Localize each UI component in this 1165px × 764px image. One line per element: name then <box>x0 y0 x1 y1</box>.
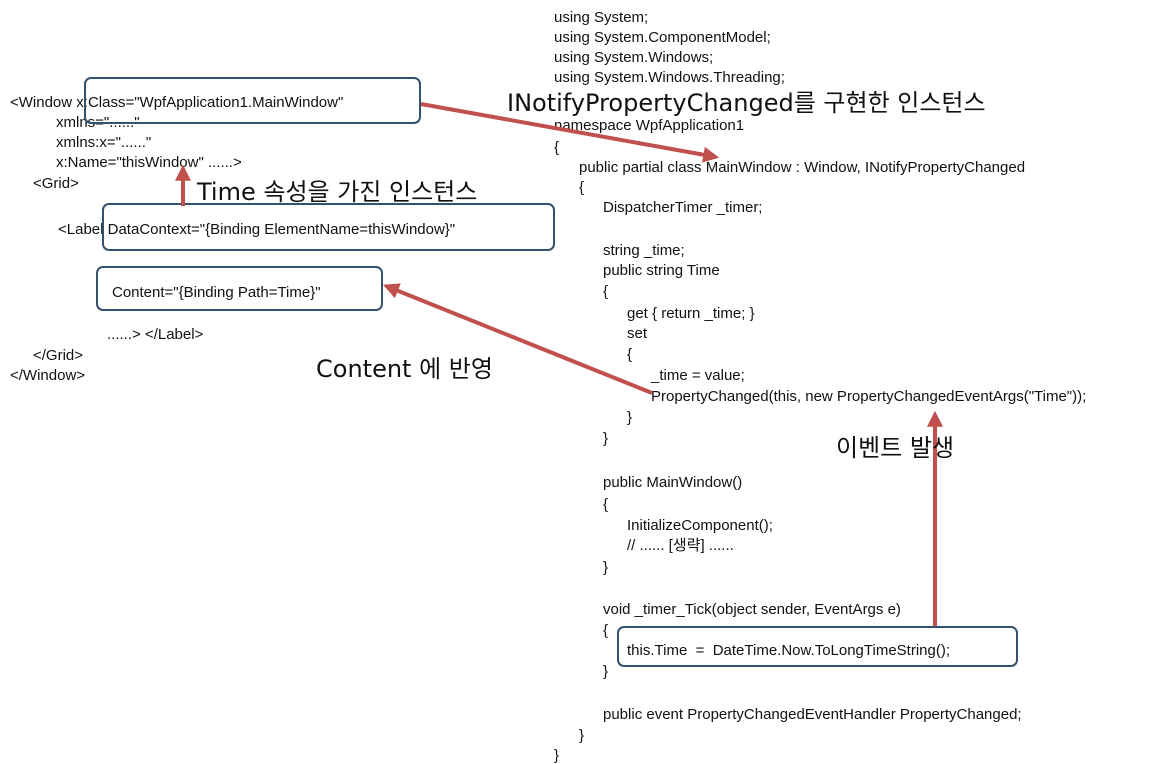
annotation-event-fire: 이벤트 발생 <box>836 434 955 462</box>
annotation-time-instance: Time 속성을 가진 인스턴스 <box>197 178 478 206</box>
annotation-inotify: INotifyPropertyChanged를 구현한 인스턴스 <box>507 89 986 117</box>
annotation-content-reflect: Content 에 반영 <box>316 355 493 383</box>
